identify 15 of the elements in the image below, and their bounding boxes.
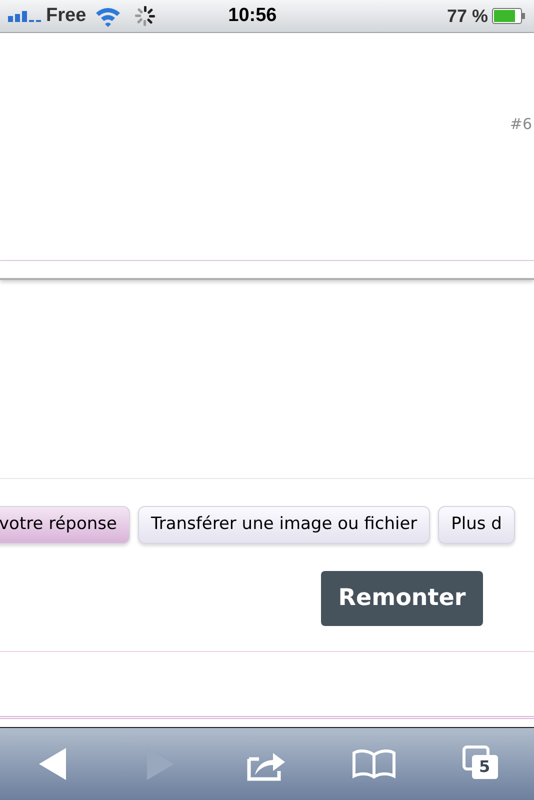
carrier-name: Free [46, 4, 86, 28]
loading-spinner-icon [134, 5, 156, 27]
battery-icon [492, 8, 526, 24]
book-icon [352, 749, 396, 779]
back-to-top-button[interactable]: Remonter [321, 571, 483, 626]
tab-count: 5 [472, 755, 498, 779]
back-arrow-icon [39, 748, 68, 780]
clock: 10:56 [228, 4, 277, 28]
signal-icon [8, 10, 42, 22]
wifi-icon [94, 5, 122, 27]
action-button[interactable]: Plus d [438, 506, 515, 544]
battery-percent: 77 % [446, 4, 488, 28]
action-button[interactable]: Transférer une image ou fichier [138, 506, 430, 544]
post-number: #6 [510, 114, 532, 135]
tabs-button[interactable]: 5 [456, 739, 506, 789]
